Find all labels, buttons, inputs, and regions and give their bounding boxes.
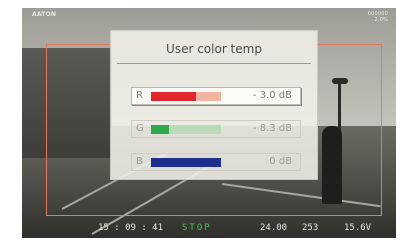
row-blue-gain[interactable]: B 0 dB [131, 153, 301, 171]
row-letter: R [136, 90, 143, 101]
shutter: 253 [302, 223, 319, 233]
camera-viewfinder: AATON 000000 2.0% User color temp R - 3.… [22, 8, 396, 238]
exposure: 15.6V [344, 223, 372, 233]
red-gain-fill [151, 92, 196, 101]
row-green-gain[interactable]: G - 8.3 dB [131, 120, 301, 138]
record-state: STOP [182, 223, 212, 233]
top-right-line2: 2.0% [374, 17, 388, 23]
red-gain-bar[interactable] [151, 92, 221, 101]
dialog-title: User color temp [166, 42, 262, 56]
blue-gain-value: 0 dB [269, 156, 292, 167]
dialog-divider [117, 63, 311, 64]
blue-gain-fill [151, 158, 221, 167]
green-gain-value: - 8.3 dB [252, 123, 292, 134]
blue-gain-bar[interactable] [151, 158, 221, 167]
status-bar: 15 : 09 : 41 STOP 24.00 253 15.6V [22, 223, 396, 237]
row-letter: B [136, 156, 143, 167]
green-gain-bar[interactable] [151, 125, 221, 134]
top-right-indicator: 000000 2.0% [368, 11, 388, 23]
timecode: 15 : 09 : 41 [98, 223, 164, 233]
row-letter: G [136, 123, 144, 134]
row-red-gain[interactable]: R - 3.0 dB [131, 87, 301, 105]
user-color-temp-dialog: User color temp R - 3.0 dB G - 8.3 dB B … [110, 30, 318, 180]
green-gain-fill [151, 125, 170, 134]
brand-label: AATON [32, 11, 57, 18]
red-gain-value: - 3.0 dB [252, 90, 292, 101]
frame-rate: 24.00 [260, 223, 288, 233]
